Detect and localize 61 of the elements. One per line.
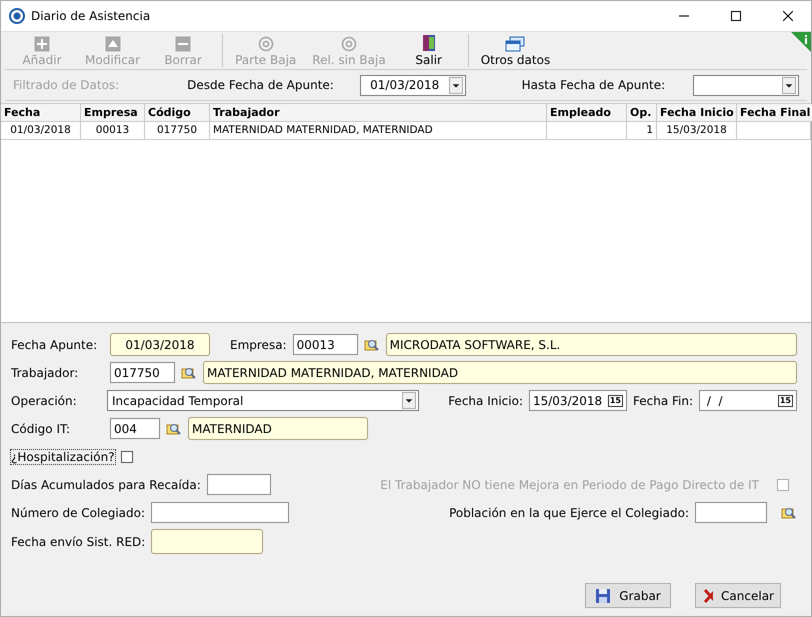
column-header[interactable]: Op.	[627, 104, 657, 122]
column-header[interactable]: Trabajador	[210, 104, 547, 122]
field-label: Fecha Fin:	[632, 394, 693, 408]
checkbox-label[interactable]: ¿Hospitalización?	[11, 450, 115, 464]
calendar-icon[interactable]: 15	[608, 394, 623, 406]
checkbox[interactable]	[120, 450, 133, 462]
table-cell: 00013	[81, 122, 145, 140]
field-label: Desde Fecha de Apunte:	[187, 78, 334, 92]
table-cell: 01/03/2018	[1, 122, 81, 140]
date-field: 01/03/2018	[110, 333, 210, 356]
column-header[interactable]: Empresa	[81, 104, 145, 122]
close-icon	[783, 11, 793, 21]
close-icon	[702, 588, 714, 604]
window-title: Diario de Asistencia	[31, 9, 152, 23]
calendar-icon[interactable]: 15	[778, 394, 793, 406]
date-field[interactable]: 15/03/2018 15	[528, 390, 627, 411]
filter-title: Filtrado de Datos:	[13, 78, 120, 92]
table-cell: 017750	[145, 122, 210, 140]
input-field[interactable]	[695, 502, 767, 523]
name-field: MATERNIDAD	[188, 417, 368, 440]
table-cell: MATERNIDAD MATERNIDAD, MATERNIDAD	[210, 122, 547, 140]
column-header[interactable]: Empleado	[547, 104, 627, 122]
windows-icon	[505, 36, 526, 52]
field-label: Días Acumulados para Recaída:	[11, 478, 201, 492]
input-field[interactable]	[206, 474, 271, 495]
table-cell: 15/03/2018	[657, 122, 737, 140]
cancel-button[interactable]: Cancelar	[695, 583, 781, 608]
door-icon	[420, 34, 437, 52]
field-label: Fecha envío Sist. RED:	[11, 534, 146, 548]
field-label: Número de Colegiado:	[11, 506, 146, 520]
date-field[interactable]: / / 15	[699, 390, 797, 411]
maximize-icon	[731, 11, 741, 21]
field-label: Empresa:	[230, 338, 287, 352]
date-dropdown[interactable]	[693, 74, 799, 96]
field-label: Hasta Fecha de Apunte:	[522, 78, 666, 92]
table-cell: 1	[627, 122, 657, 140]
save-button[interactable]: Grabar	[585, 583, 671, 608]
field-label: Trabajador:	[11, 366, 80, 380]
checkbox-label: El Trabajador NO tiene Mejora en Periodo de Pago Directo de IT	[380, 478, 759, 492]
field-label: Fecha Inicio:	[448, 394, 523, 408]
field-label: Código IT:	[11, 422, 72, 436]
name-field: MICRODATA SOFTWARE, S.L.	[386, 333, 797, 356]
toolbar-button[interactable]: Otros datos	[472, 34, 558, 67]
toolbar-button[interactable]: Salir	[394, 34, 464, 67]
plus-icon	[34, 36, 50, 52]
field-label: Operación:	[11, 394, 78, 408]
code-field[interactable]: 004	[110, 418, 160, 439]
column-header[interactable]: Fecha	[1, 104, 81, 122]
code-field[interactable]: 017750	[110, 362, 175, 383]
column-header[interactable]: Fecha Final	[737, 104, 812, 122]
field-label: Fecha Apunte:	[11, 338, 98, 352]
code-field[interactable]: 00013	[292, 334, 358, 355]
minus-icon	[175, 36, 192, 52]
column-header[interactable]: Fecha Inicio	[657, 104, 737, 122]
field-label: Población en la que Ejerce el Colegiado:	[449, 506, 689, 520]
app-logo-icon	[9, 8, 25, 24]
operation-dropdown[interactable]: Incapacidad Temporal	[106, 390, 419, 411]
name-field: MATERNIDAD MATERNIDAD, MATERNIDAD	[203, 361, 797, 384]
column-header[interactable]: Código	[145, 104, 210, 122]
input-field[interactable]	[151, 502, 290, 523]
date-dropdown[interactable]: 01/03/2018	[360, 74, 466, 96]
